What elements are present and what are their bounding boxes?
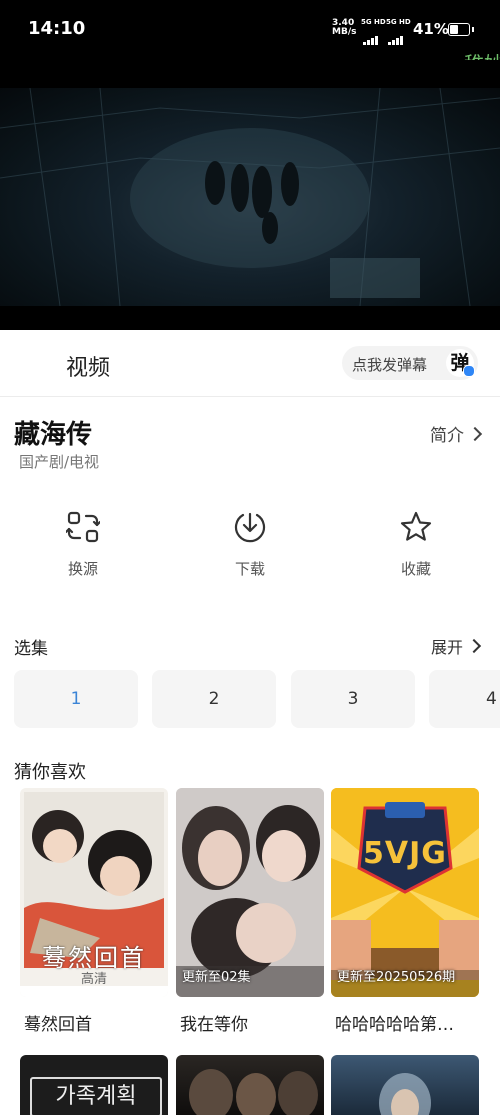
network-speed: 3.40 MB/s <box>332 19 356 37</box>
episode-item[interactable]: 4 <box>429 670 500 728</box>
check-badge-icon <box>463 365 475 377</box>
download-icon <box>234 512 266 543</box>
episodes-expand-button[interactable]: 展开 <box>431 634 482 658</box>
network-type-2: 5G HD <box>386 18 411 26</box>
recommendation-card[interactable] <box>176 1055 324 1115</box>
recommendation-card[interactable]: 更新至02集 我在等你 <box>176 788 324 1035</box>
download-button[interactable]: 下载 <box>200 510 300 579</box>
card-title: 蓦然回首 <box>24 1015 92 1035</box>
video-player[interactable] <box>0 60 500 330</box>
star-icon <box>400 511 432 541</box>
swap-source-icon <box>66 511 100 543</box>
network-type-1: 5G HD <box>361 18 386 26</box>
recommendation-card[interactable] <box>331 1055 479 1115</box>
danmu-placeholder: 点我发弹幕 <box>352 356 428 374</box>
poster-image: 更新至02集 <box>176 788 324 997</box>
recommendation-card[interactable]: 가족계획 <box>20 1055 168 1115</box>
episode-item[interactable]: 2 <box>152 670 276 728</box>
recommendations-title: 猜你喜欢 <box>14 762 86 783</box>
section-title: 视频 <box>66 356 111 381</box>
poster-image: 5VJG 更新至20250526期 <box>331 788 479 997</box>
episode-item[interactable]: 1 <box>14 670 138 728</box>
recommendation-card[interactable]: 蓦然回首 高清 蓦然回首 <box>20 788 168 1035</box>
favorite-label: 收藏 <box>400 560 431 578</box>
status-bar: 14:10 3.40 MB/s 5G HD 5G HD 41% <box>0 0 500 60</box>
episodes-title: 选集 <box>14 639 48 659</box>
poster-image <box>189 1069 318 1115</box>
signal-2-icon <box>388 26 404 45</box>
video-section-header: 视频 点我发弹幕 弹 <box>0 330 500 397</box>
expand-label: 展开 <box>431 638 464 657</box>
episode-item[interactable]: 3 <box>291 670 415 728</box>
favorite-button[interactable]: 收藏 <box>366 510 466 579</box>
danmu-icon[interactable]: 弹 <box>446 349 475 377</box>
status-time: 14:10 <box>28 18 86 39</box>
danmu-input-button[interactable]: 点我发弹幕 弹 <box>342 346 478 380</box>
swap-source-label: 换源 <box>67 560 98 578</box>
poster-image: 蓦然回首 高清 <box>20 788 168 997</box>
video-frame <box>0 87 500 307</box>
poster-title-text: 가족계획 <box>30 1077 162 1115</box>
battery-percent: 41% <box>413 20 449 38</box>
poster-logo-text: 5VJG <box>363 836 447 871</box>
download-label: 下载 <box>234 560 265 578</box>
chevron-right-icon <box>466 638 482 654</box>
signal-1-icon <box>363 26 379 45</box>
network-speed-unit: MB/s <box>332 27 357 37</box>
card-title: 我在等你 <box>180 1015 248 1035</box>
card-title: 哈哈哈哈哈第… <box>335 1015 454 1035</box>
update-badge: 更新至20250526期 <box>337 970 456 985</box>
swap-source-button[interactable]: 换源 <box>33 510 133 579</box>
recommendation-card[interactable]: 5VJG 更新至20250526期 哈哈哈哈哈第… <box>331 788 479 1035</box>
poster-image <box>379 1073 431 1115</box>
poster-quality-text: 高清 <box>80 972 107 987</box>
show-meta: 国产剧/电视 <box>19 453 100 471</box>
intro-link[interactable]: 简介 <box>430 421 483 446</box>
intro-label: 简介 <box>430 426 464 446</box>
show-title: 藏海传 <box>14 420 93 450</box>
update-badge: 更新至02集 <box>182 970 251 985</box>
chevron-right-icon <box>467 426 483 442</box>
battery-icon <box>448 23 474 36</box>
